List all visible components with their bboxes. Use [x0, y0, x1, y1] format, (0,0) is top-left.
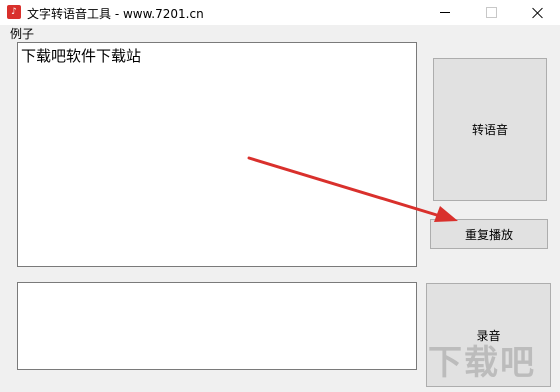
close-icon	[532, 7, 543, 18]
title-bar: ♪ 文字转语音工具 - www.7201.cn	[0, 0, 560, 25]
convert-to-speech-button[interactable]: 转语音	[433, 58, 547, 201]
minimize-button[interactable]	[422, 0, 468, 25]
minimize-icon	[440, 12, 450, 13]
window-title: 文字转语音工具 - www.7201.cn	[27, 7, 204, 21]
maximize-icon	[485, 7, 497, 18]
text-input[interactable]: 下载吧软件下载站	[17, 42, 417, 267]
close-button[interactable]	[514, 0, 560, 25]
watermark-logo: 下载吧	[428, 343, 536, 383]
secondary-text-input[interactable]	[17, 282, 417, 370]
app-icon: ♪	[7, 5, 21, 19]
replay-button[interactable]: 重复播放	[430, 219, 548, 249]
menu-item-example[interactable]: 例子	[10, 25, 34, 42]
text-input-value: 下载吧软件下载站	[21, 47, 142, 65]
maximize-button[interactable]	[468, 0, 514, 25]
